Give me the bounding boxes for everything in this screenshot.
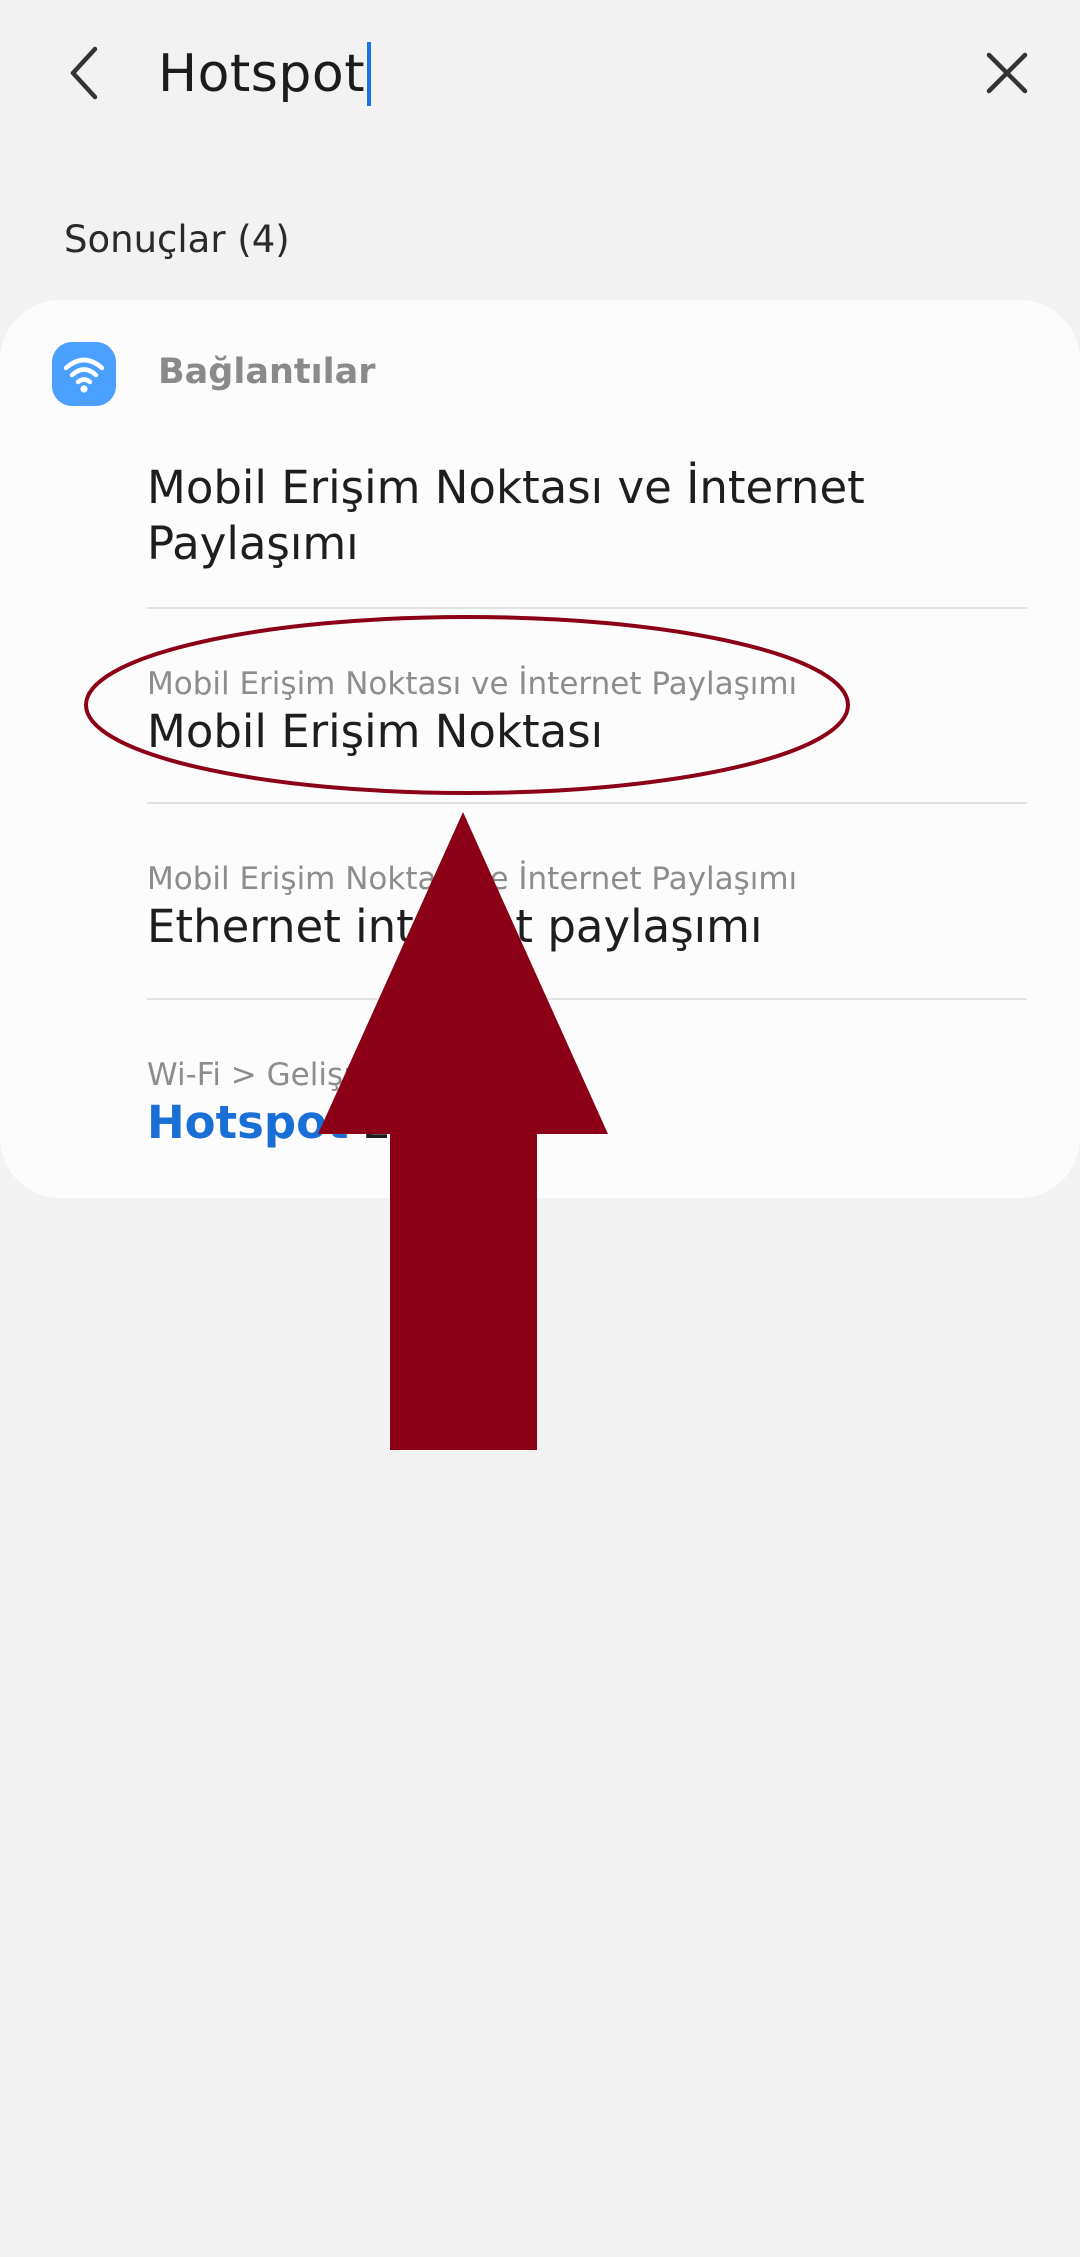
text-cursor (367, 42, 372, 106)
result-item-internet-sharing[interactable]: Mobil Erişim Noktası ve İnternet Paylaşı… (147, 460, 1027, 572)
divider (147, 607, 1027, 609)
result-title: Ethernet internet paylaşımı (147, 900, 763, 953)
search-match-highlight: Hotspot (147, 1096, 349, 1149)
result-title: Hotspot 2.0 (147, 1095, 1027, 1151)
result-title: Mobil Erişim Noktası ve İnternet Paylaşı… (147, 461, 865, 570)
search-bar: Hotspot (0, 0, 1080, 150)
wifi-icon (52, 342, 116, 406)
chevron-left-icon (70, 46, 98, 100)
divider (147, 802, 1027, 804)
back-button[interactable] (50, 38, 120, 108)
result-breadcrumb: Mobil Erişim Noktası ve İnternet Paylaşı… (147, 861, 798, 897)
category-label: Bağlantılar (158, 352, 376, 392)
result-title-rest: 2.0 (348, 1096, 435, 1149)
result-title: Mobil Erişim Noktası (147, 705, 604, 758)
close-icon (986, 52, 1028, 94)
result-item-ethernet-sharing[interactable]: Mobil Erişim Noktası ve İnternet Paylaşı… (147, 859, 1027, 955)
divider (147, 998, 1027, 1000)
results-count: Sonuçlar (4) (64, 218, 290, 261)
result-item-hotspot-2[interactable]: Wi-Fi > Gelişmiş Hotspot 2.0 (147, 1055, 1027, 1151)
result-breadcrumb: Mobil Erişim Noktası ve İnternet Paylaşı… (147, 666, 798, 702)
clear-search-button[interactable] (972, 38, 1042, 108)
results-card: Bağlantılar Mobil Erişim Noktası ve İnte… (0, 300, 1080, 1198)
search-input[interactable]: Hotspot (158, 34, 372, 114)
result-breadcrumb: Wi-Fi > Gelişmiş (147, 1057, 399, 1093)
result-item-mobile-hotspot[interactable]: Mobil Erişim Noktası ve İnternet Paylaşı… (147, 664, 1027, 760)
search-query[interactable]: Hotspot (158, 44, 365, 104)
